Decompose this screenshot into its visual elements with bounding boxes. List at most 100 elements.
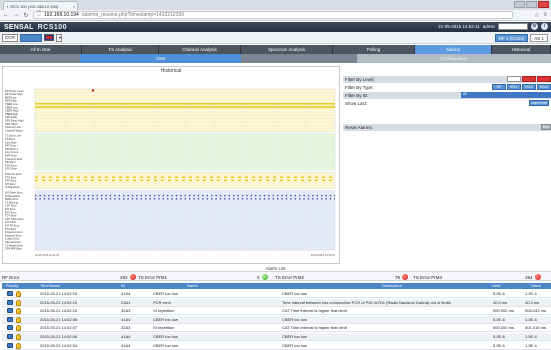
subtab-view[interactable]: View xyxy=(80,54,241,63)
type-btn-irl3[interactable]: IRL3 xyxy=(537,84,551,90)
show-last-row: Show Last: Last 5 min xyxy=(343,100,551,107)
level-btn-3[interactable] xyxy=(537,76,551,82)
cell-value: 1.4E-4 xyxy=(525,291,537,296)
monitor-icon[interactable] xyxy=(7,316,13,322)
table-row[interactable]: 2015-05-21 14:52:10 41A4 CBER too low CBER … xyxy=(2,290,551,298)
table-row[interactable]: 2015-05-21 14:52:07 32A3 SI repetition CAT … xyxy=(2,324,551,333)
cell-description: CAT Time interval is higher than limit xyxy=(282,308,347,314)
cell-name: CBER too low xyxy=(153,334,178,339)
level-btn-1[interactable] xyxy=(507,76,521,82)
dropdown-icon[interactable]: ▾ xyxy=(55,33,62,42)
back-icon[interactable]: ← xyxy=(3,12,9,18)
settings-icon[interactable]: ⚙ xyxy=(531,23,538,30)
model-name: RCS100 xyxy=(37,23,68,31)
bell-icon[interactable] xyxy=(16,342,21,349)
summary-label-prm2: TS Error PrM2 xyxy=(275,274,305,280)
cell-name: SI repetition xyxy=(153,325,175,331)
bell-icon[interactable] xyxy=(16,316,21,323)
filter-level-label: Filter By Level: xyxy=(345,77,375,82)
subtab-configuration[interactable]: Configuration xyxy=(357,54,551,63)
monitor-icon[interactable] xyxy=(7,325,13,331)
tab-ts-analysis[interactable]: TS Analysis xyxy=(82,45,159,54)
bell-icon[interactable] xyxy=(16,291,21,297)
ccr-selector[interactable]: CCR xyxy=(2,33,18,42)
cell-limit: 500.000 ms xyxy=(493,325,514,331)
url-field[interactable]: 🗋 192.168.10.194/alarms_resume.php?times… xyxy=(33,11,513,19)
col-name[interactable]: Name xyxy=(187,283,198,289)
rf-selector[interactable]: RF 1 (CH23) xyxy=(494,34,529,42)
show-last-button[interactable]: Last 5 min xyxy=(529,100,549,106)
tab-spectrum-analysis[interactable]: Spectrum Analysis xyxy=(241,45,333,54)
subtab-spacer-left xyxy=(0,54,80,63)
count-prm3: 154 xyxy=(525,274,533,280)
menu-icon[interactable]: ≡ xyxy=(543,12,547,19)
cell-value: 508.033 ms xyxy=(525,308,546,314)
cell-id: 41A4 xyxy=(121,342,131,348)
as-selector[interactable]: AS 1 xyxy=(530,34,548,42)
browser-tabbar: ▪ RCS 100 (192.168.10.194) × xyxy=(0,0,551,10)
browser-tab[interactable]: ▪ RCS 100 (192.168.10.194) × xyxy=(3,1,78,10)
table-row[interactable]: 2015-05-21 14:52:04 41A4 CBER too low CBER … xyxy=(2,342,551,350)
summary-count-rf: 282 xyxy=(120,273,136,281)
reload-icon[interactable]: ↻ xyxy=(23,12,29,19)
reset-row: Reset Alarms: Res xyxy=(343,124,551,131)
table-row[interactable]: 2015-05-21 14:52:06 41A4 CBER too low CBER … xyxy=(2,333,551,341)
table-row[interactable]: 2015-05-21 14:52:10 32A3 SI repetition CAT … xyxy=(2,307,551,316)
filter-type-row: Filter By Type: RF IRL1 IRL2 IRL3 xyxy=(343,84,551,91)
forward-icon[interactable]: → xyxy=(13,12,19,18)
cell-timestamp: 2015-05-21 14:52:06 xyxy=(40,334,78,339)
maximize-button[interactable] xyxy=(526,1,537,8)
monitor-icon[interactable] xyxy=(7,334,13,339)
bell-icon[interactable] xyxy=(16,308,21,315)
reset-button[interactable]: Res xyxy=(541,124,551,130)
tab-historical[interactable]: Historical xyxy=(492,45,551,54)
cell-timestamp: 2015-05-21 14:52:08 xyxy=(40,316,78,322)
tab-polling[interactable]: Polling xyxy=(333,45,415,54)
count-prm1: 0 xyxy=(257,274,260,280)
col-id[interactable]: ID xyxy=(121,283,125,289)
minimize-button[interactable] xyxy=(514,1,525,8)
address-bar: ← → ↻ 🗋 192.168.10.194/alarms_resume.php… xyxy=(0,10,551,21)
header-input[interactable] xyxy=(498,23,528,30)
col-description[interactable]: Description xyxy=(382,283,402,289)
table-row[interactable]: 2015-05-21 14:52:08 41A4 CBER too low CBER … xyxy=(2,315,551,324)
table-row[interactable]: 2015-05-21 14:52:10 23A1 PCR error Time int… xyxy=(2,298,551,307)
monitor-icon[interactable] xyxy=(7,299,13,305)
bell-icon[interactable] xyxy=(16,299,21,306)
tab-all-in-one[interactable]: All In One xyxy=(0,45,82,54)
filter-level-row: Filter By Level: xyxy=(343,76,551,83)
show-last-label: Show Last: xyxy=(345,101,368,106)
level-btn-2[interactable] xyxy=(522,76,536,82)
count-prm2: 76 xyxy=(395,274,401,280)
green-status-icon xyxy=(261,274,268,280)
time-start-label: 20-05-2015 14:41:10 xyxy=(35,253,60,257)
summary-count-prm3: 154 xyxy=(525,273,541,281)
bell-icon[interactable] xyxy=(16,325,21,332)
monitor-icon[interactable] xyxy=(7,342,13,348)
type-btn-rf[interactable]: RF xyxy=(492,84,506,90)
col-priority[interactable]: Priority xyxy=(6,283,18,289)
col-limit[interactable]: Limit xyxy=(492,283,500,289)
filters-panel: Filter By Level: Filter By Type: RF IRL1… xyxy=(343,76,551,136)
cell-name: CBER too low xyxy=(153,291,178,296)
type-btn-irl2[interactable]: IRL2 xyxy=(522,84,536,90)
filter-id-select[interactable]: All xyxy=(461,92,551,98)
main-tabs: All In One TS Analysis Channel Analysis … xyxy=(0,45,551,54)
bookmark-star-icon[interactable]: ☆ xyxy=(534,12,539,19)
historical-chart: RF:Power LevelRF:Power HighMER:LowMER:Hi… xyxy=(5,88,336,257)
col-timestamp[interactable]: TimeStamp xyxy=(40,283,60,289)
info-icon[interactable]: i xyxy=(541,23,548,30)
close-window-button[interactable] xyxy=(538,1,549,8)
type-btn-irl1[interactable]: IRL1 xyxy=(507,84,521,90)
tab-close-icon[interactable]: × xyxy=(73,4,75,9)
monitor-icon[interactable] xyxy=(7,291,13,296)
header-datetime: 21-05-2015 14:52:11 xyxy=(438,24,480,29)
red-status-icon xyxy=(534,274,541,280)
channel-selector[interactable] xyxy=(19,33,42,42)
tab-channel-analysis[interactable]: Channel Analysis xyxy=(159,45,241,54)
monitor-icon[interactable] xyxy=(7,308,13,314)
summary-count-prm1: 0 xyxy=(257,273,268,281)
col-value[interactable]: Value xyxy=(531,283,541,289)
bell-icon[interactable] xyxy=(16,334,21,340)
tab-alarms[interactable]: Alarms xyxy=(415,45,492,54)
